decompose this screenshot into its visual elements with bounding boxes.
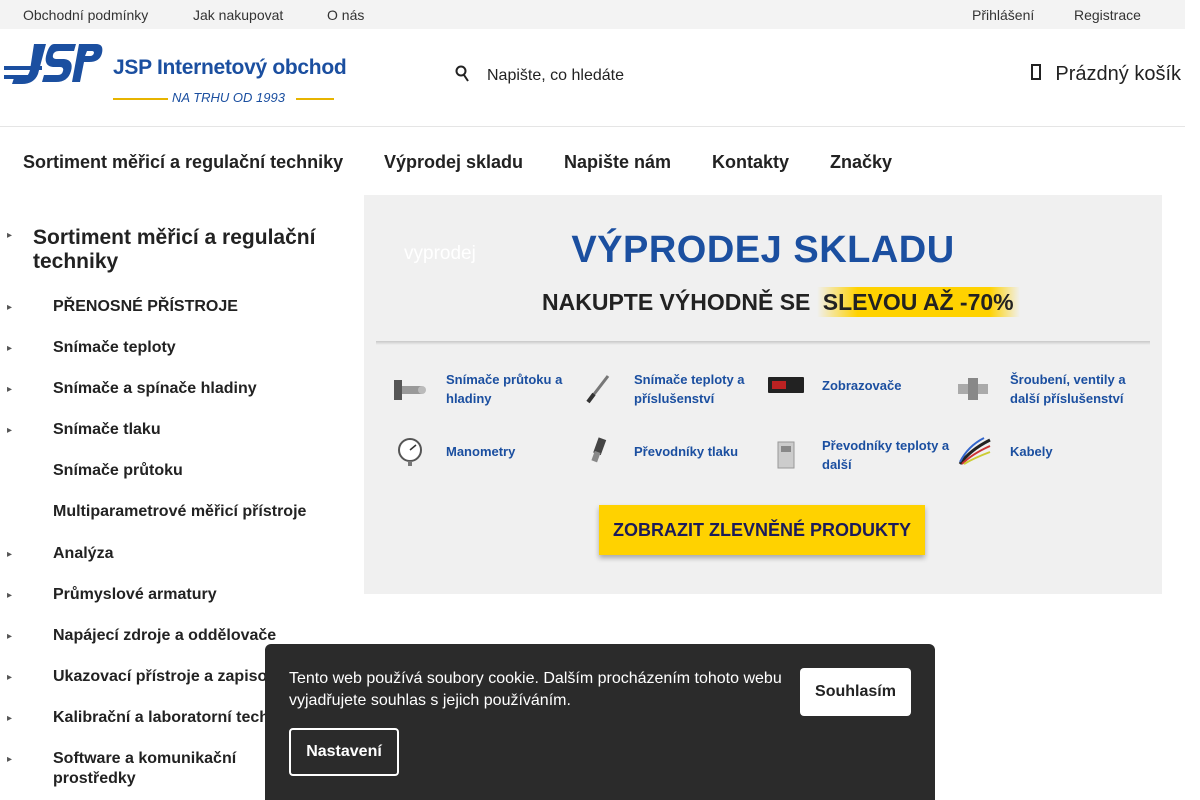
expand-arrow-icon[interactable]: ▸ (7, 590, 12, 601)
fitting-valve-icon (956, 374, 992, 404)
login-link[interactable]: Přihlášení (972, 7, 1034, 23)
banner-category[interactable]: Šroubení, ventily a další příslušenství (956, 370, 1140, 408)
sidebar-item-napajeci-zdroje[interactable]: Napájecí zdroje a oddělovače (53, 626, 343, 646)
search-input[interactable] (480, 61, 740, 91)
pressure-transmitter-icon (580, 436, 616, 466)
expand-arrow-icon[interactable]: ▸ (7, 631, 12, 642)
banner-category[interactable]: Snímače průtoku a hladiny (392, 370, 576, 408)
nav-znacky[interactable]: Značky (830, 152, 892, 173)
banner-category[interactable]: Zobrazovače (768, 370, 952, 400)
nav-sortiment[interactable]: Sortiment měřicí a regulační techniky (23, 152, 343, 173)
link-jak-nakupovat[interactable]: Jak nakupovat (193, 7, 283, 23)
expand-arrow-icon[interactable]: ▸ (7, 384, 12, 395)
sidebar-item-snimace-prutoku[interactable]: Snímače průtoku (53, 461, 343, 481)
sidebar-item-prumyslove-armatury[interactable]: Průmyslové armatury (53, 585, 343, 605)
cookie-settings-button[interactable]: Nastavení (289, 728, 399, 776)
banner-category-label: Zobrazovače (822, 377, 902, 393)
banner-subtitle-prefix: NAKUPTE VÝHODNĚ SE (542, 289, 817, 315)
cookie-accept-button[interactable]: Souhlasím (800, 668, 911, 716)
display-unit-icon (768, 370, 804, 400)
search-icon[interactable] (455, 65, 469, 88)
banner-subtitle: NAKUPTE VÝHODNĚ SE SLEVOU AŽ -70% (532, 285, 1030, 325)
link-obchodni-podminky[interactable]: Obchodní podmínky (23, 7, 148, 23)
collapse-arrow-icon[interactable]: ▸ (7, 230, 12, 241)
sidebar-item-multiparametrove[interactable]: Multiparametrové měřicí přístroje (53, 502, 343, 522)
banner-title: VÝPRODEJ SKLADU (571, 229, 955, 271)
banner-subtitle-highlight: SLEVOU AŽ -70% (816, 287, 1020, 317)
banner-category-label: Šroubení, ventily a další příslušenství (1010, 372, 1126, 406)
logo-title: JSP Internetový obchod (113, 56, 347, 79)
expand-arrow-icon[interactable]: ▸ (7, 302, 12, 313)
header: JSP Internetový obchod NA TRHU OD 1993 P… (0, 29, 1185, 127)
sidebar-item-snimace-hladiny[interactable]: Snímače a spínače hladiny (53, 379, 343, 399)
banner-divider (376, 341, 1150, 345)
sidebar-item-software[interactable]: Software a komunikační prostředky (53, 749, 253, 789)
logo-divider (113, 98, 168, 100)
logo-subtitle: NA TRHU OD 1993 (172, 90, 285, 105)
cookie-consent-dialog: Tento web používá soubory cookie. Dalším… (265, 644, 935, 800)
banner-category-label: Snímače průtoku a hladiny (446, 372, 563, 406)
nav-kontakty[interactable]: Kontakty (712, 152, 789, 173)
cookie-text: Tento web používá soubory cookie. Dalším… (289, 670, 782, 709)
expand-arrow-icon[interactable]: ▸ (7, 549, 12, 560)
banner-category[interactable]: Kabely (956, 436, 1140, 466)
banner-category-label: Manometry (446, 443, 516, 459)
temperature-probe-icon (580, 374, 616, 404)
cart-label: Prázdný košík (1055, 63, 1181, 85)
logo[interactable]: JSP Internetový obchod NA TRHU OD 1993 (4, 44, 347, 106)
sidebar-item-snimace-teploty[interactable]: Snímače teploty (53, 338, 343, 358)
banner-category-label: Kabely (1010, 443, 1053, 459)
nav-vyprodej-skladu[interactable]: Výprodej skladu (384, 152, 523, 173)
expand-arrow-icon[interactable]: ▸ (7, 425, 12, 436)
flow-sensor-icon (392, 374, 428, 404)
sidebar-item-prenosne-pristroje[interactable]: PŘENOSNÉ PŘÍSTROJE (53, 297, 343, 317)
link-o-nas[interactable]: O nás (327, 7, 364, 23)
temperature-transmitter-icon (768, 440, 804, 470)
expand-arrow-icon[interactable]: ▸ (7, 343, 12, 354)
sidebar-item-analyza[interactable]: Analýza (53, 544, 343, 564)
banner-category-label: Snímače teploty a příslušenství (634, 372, 745, 406)
manometer-icon (392, 436, 428, 466)
cart-icon (1031, 62, 1042, 87)
banner-category-label: Převodníky teploty a další (822, 438, 950, 472)
cart-button[interactable]: Prázdný košík (1031, 62, 1181, 87)
sidebar-heading[interactable]: Sortiment měřicí a regulační techniky (33, 226, 333, 274)
sale-banner[interactable]: vyprodej VÝPRODEJ SKLADU NAKUPTE VÝHODNĚ… (364, 195, 1162, 594)
expand-arrow-icon[interactable]: ▸ (7, 754, 12, 765)
expand-arrow-icon[interactable]: ▸ (7, 713, 12, 724)
cables-icon (956, 436, 992, 466)
search-bar (450, 61, 750, 91)
jsp-logo-mark (4, 44, 103, 84)
banner-category[interactable]: Snímače teploty a příslušenství (580, 370, 764, 408)
banner-category-label: Převodníky tlaku (634, 443, 739, 459)
expand-arrow-icon[interactable]: ▸ (7, 672, 12, 683)
banner-category[interactable]: Manometry (392, 436, 576, 466)
main-navigation: Sortiment měřicí a regulační techniky Vý… (0, 127, 1185, 195)
sidebar-item-snimace-tlaku[interactable]: Snímače tlaku (53, 420, 343, 440)
banner-category[interactable]: Převodníky tlaku (580, 436, 764, 466)
logo-divider (296, 98, 334, 100)
banner-category[interactable]: Převodníky teploty a další (768, 436, 952, 474)
register-link[interactable]: Registrace (1074, 7, 1141, 23)
show-discounted-products-button[interactable]: ZOBRAZIT ZLEVNĚNÉ PRODUKTY (599, 505, 925, 555)
nav-napiste-nam[interactable]: Napište nám (564, 152, 671, 173)
top-bar: Obchodní podmínky Jak nakupovat O nás Př… (0, 0, 1185, 29)
